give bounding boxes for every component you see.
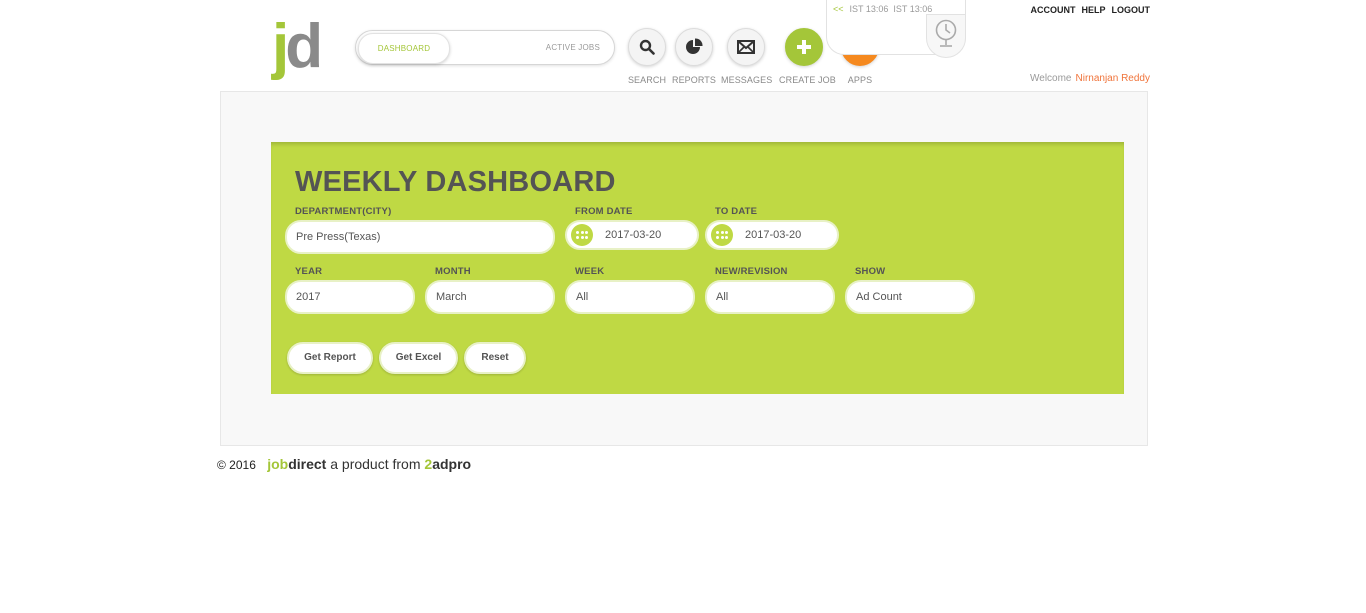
world-clock-toggle[interactable] (926, 14, 966, 58)
department-label: DEPARTMENT(CITY) (295, 206, 392, 217)
nav-create-job-button[interactable]: CREATE JOB (779, 28, 836, 85)
nav-apps-label: APPS (847, 75, 873, 85)
search-icon (628, 28, 666, 66)
user-name[interactable]: Nirnanjan Reddy (1076, 73, 1151, 84)
nav-messages-button[interactable]: MESSAGES (721, 28, 773, 85)
header-tab-switcher: DASHBOARD ACTIVE JOBS (355, 30, 615, 65)
calendar-icon[interactable] (571, 224, 593, 246)
nav-create-job-label: CREATE JOB (779, 75, 836, 85)
reset-button[interactable]: Reset (464, 342, 526, 374)
top-links: ACCOUNT HELP LOGOUT (1024, 5, 1150, 15)
footer: © 2016 jobdirect a product from 2adpro (217, 456, 471, 472)
welcome-prefix: Welcome (1030, 73, 1072, 84)
get-excel-button[interactable]: Get Excel (379, 342, 458, 374)
nav-messages-label: MESSAGES (721, 75, 773, 85)
clock-time-1: IST 13:06 (849, 4, 889, 14)
to-date-label: TO DATE (715, 206, 758, 217)
to-date-value: 2017-03-20 (745, 229, 802, 241)
account-link[interactable]: ACCOUNT (1030, 5, 1075, 15)
envelope-icon (727, 28, 765, 66)
new-revision-label: NEW/REVISION (715, 266, 788, 277)
logout-link[interactable]: LOGOUT (1112, 5, 1151, 15)
month-select[interactable]: March (425, 280, 555, 314)
welcome-message: Welcome Nirnanjan Reddy (1030, 73, 1150, 84)
nav-reports-label: REPORTS (671, 75, 717, 85)
clock-collapse-arrows[interactable]: << (833, 4, 844, 14)
department-select[interactable]: Pre Press(Texas) (285, 220, 555, 254)
week-label: WEEK (575, 266, 605, 277)
clock-time-2: IST 13:06 (893, 4, 933, 14)
new-revision-select[interactable]: All (705, 280, 835, 314)
nav-search-label: SEARCH (627, 75, 667, 85)
jd-logo[interactable]: jd (272, 16, 336, 78)
from-date-field[interactable]: 2017-03-20 (565, 220, 699, 250)
tab-active-jobs[interactable]: ACTIVE JOBS (546, 33, 600, 62)
week-select[interactable]: All (565, 280, 695, 314)
show-select[interactable]: Ad Count (845, 280, 975, 314)
calendar-icon[interactable] (711, 224, 733, 246)
clock-icon (933, 19, 959, 54)
from-date-label: FROM DATE (575, 206, 633, 217)
get-report-button[interactable]: Get Report (287, 342, 373, 374)
tab-dashboard[interactable]: DASHBOARD (358, 33, 450, 64)
plus-icon (785, 28, 823, 66)
year-select[interactable]: 2017 (285, 280, 415, 314)
pie-chart-icon (675, 28, 713, 66)
nav-reports-button[interactable]: REPORTS (669, 28, 719, 85)
from-date-value: 2017-03-20 (605, 229, 662, 241)
nav-search-button[interactable]: SEARCH (622, 28, 672, 85)
show-label: SHOW (855, 266, 886, 277)
year-label: YEAR (295, 266, 323, 277)
copyright-text: © 2016 (217, 458, 256, 472)
jobdirect-brand: jobdirect a product from 2adpro (267, 456, 472, 472)
to-date-field[interactable]: 2017-03-20 (705, 220, 839, 250)
page-title: WEEKLY DASHBOARD (295, 166, 616, 198)
main-content: WEEKLY DASHBOARD DEPARTMENT(CITY) Pre Pr… (220, 91, 1148, 446)
month-label: MONTH (435, 266, 471, 277)
help-link[interactable]: HELP (1081, 5, 1105, 15)
weekly-dashboard-panel: WEEKLY DASHBOARD DEPARTMENT(CITY) Pre Pr… (271, 142, 1124, 394)
